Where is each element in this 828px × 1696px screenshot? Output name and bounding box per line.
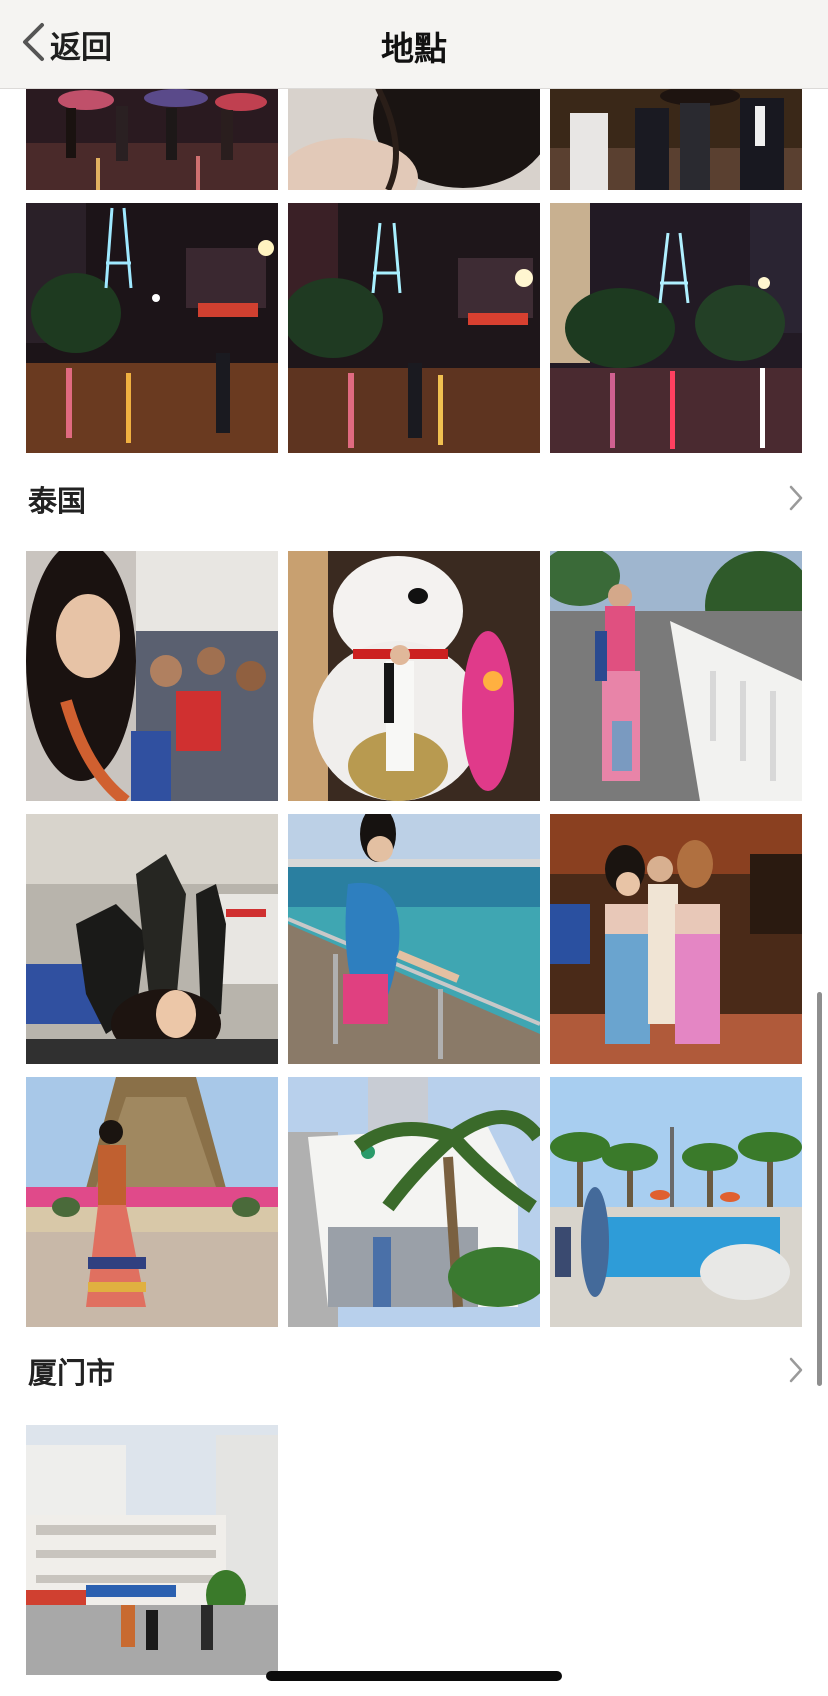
photo-thumbnail[interactable] bbox=[26, 1425, 278, 1675]
chevron-right-icon bbox=[788, 484, 804, 512]
chevron-right-icon bbox=[788, 1356, 804, 1384]
scroll-indicator[interactable] bbox=[817, 992, 822, 1386]
photo-thumbnail[interactable] bbox=[550, 1077, 802, 1327]
home-indicator[interactable] bbox=[266, 1671, 562, 1681]
photo-thumbnail[interactable] bbox=[550, 88, 802, 190]
section-header-thailand[interactable]: 泰国 bbox=[0, 468, 828, 528]
photo-thumbnail[interactable] bbox=[26, 814, 278, 1064]
photo-thumbnail[interactable] bbox=[26, 1077, 278, 1327]
section-title: 泰国 bbox=[28, 484, 87, 518]
photo-thumbnail[interactable] bbox=[26, 551, 278, 801]
section-title: 厦门市 bbox=[28, 1356, 116, 1390]
photo-thumbnail[interactable] bbox=[26, 88, 278, 190]
photo-thumbnail[interactable] bbox=[288, 551, 540, 801]
photo-thumbnail[interactable] bbox=[288, 203, 540, 453]
section-header-xiamen[interactable]: 厦门市 bbox=[0, 1340, 828, 1400]
photo-thumbnail[interactable] bbox=[550, 814, 802, 1064]
photo-thumbnail[interactable] bbox=[26, 203, 278, 453]
photo-thumbnail[interactable] bbox=[550, 551, 802, 801]
page-title: 地點 bbox=[381, 29, 447, 68]
navigation-bar: 返回 地點 bbox=[0, 0, 828, 89]
photo-thumbnail[interactable] bbox=[288, 1077, 540, 1327]
photo-thumbnail[interactable] bbox=[288, 88, 540, 190]
photo-thumbnail[interactable] bbox=[550, 203, 802, 453]
photo-thumbnail[interactable] bbox=[288, 814, 540, 1064]
